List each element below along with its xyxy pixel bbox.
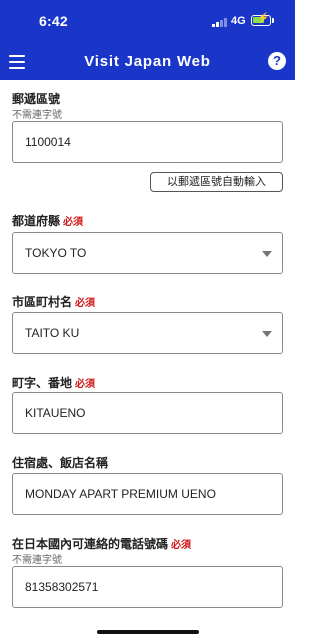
postal-code-hint: 不需連字號	[12, 110, 62, 121]
city-label: 市區町村名 必須	[12, 295, 96, 309]
prefecture-select[interactable]: TOKYO TO	[12, 232, 283, 274]
help-icon[interactable]: ?	[268, 52, 286, 70]
home-indicator	[97, 630, 199, 634]
charging-bolt-icon: ⚡	[257, 13, 270, 24]
street-input[interactable]: KITAUENO	[12, 392, 283, 434]
required-badge: 必須	[75, 298, 96, 309]
battery-tip	[272, 18, 274, 23]
network-type: 4G	[231, 15, 246, 27]
signal-icon	[212, 17, 228, 27]
phone-hint: 不需連字號	[12, 555, 62, 566]
prefecture-label: 都道府縣 必須	[12, 214, 84, 228]
postal-autofill-button[interactable]: 以郵遞區號自動輸入	[150, 172, 283, 192]
phone-label: 在日本國內可連絡的電話號碼 必須	[12, 537, 192, 551]
postal-code-label: 郵遞區號	[12, 92, 61, 106]
hotel-label: 住宿處、飯店名稱	[12, 456, 109, 470]
required-badge: 必須	[171, 540, 192, 551]
postal-code-input[interactable]: 1100014	[12, 121, 283, 163]
city-value: TAITO KU	[25, 326, 80, 340]
required-badge: 必須	[75, 379, 96, 390]
required-badge: 必須	[63, 217, 84, 228]
phone-input[interactable]: 81358302571	[12, 566, 283, 608]
dropdown-caret-icon	[262, 251, 272, 257]
city-select[interactable]: TAITO KU	[12, 312, 283, 354]
dropdown-caret-icon	[262, 331, 272, 337]
page-title: Visit Japan Web	[84, 53, 211, 70]
prefecture-value: TOKYO TO	[25, 246, 87, 260]
hotel-input[interactable]: MONDAY APART PREMIUM UENO	[12, 473, 283, 515]
street-label: 町字、番地 必須	[12, 376, 96, 390]
app-header: Visit Japan Web ?	[0, 46, 295, 80]
status-bar: 6:42 4G ⚡	[0, 0, 295, 46]
status-time: 6:42	[39, 13, 68, 29]
